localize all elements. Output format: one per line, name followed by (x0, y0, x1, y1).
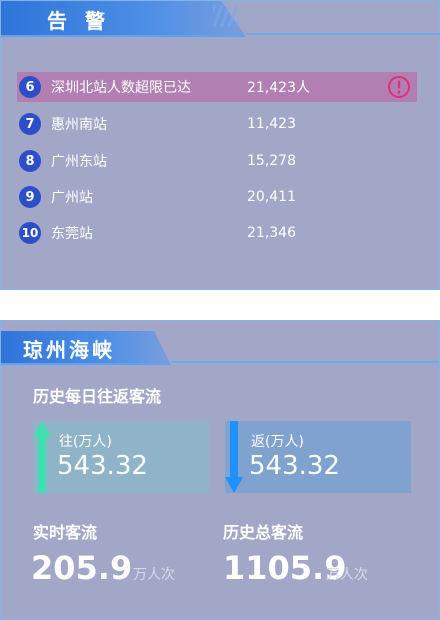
return-value: 543.32 (249, 451, 340, 481)
alarm-row[interactable]: 9 广州站 20,411 (17, 182, 417, 212)
outbound-flow-card: 往(万人) 543.32 (33, 421, 209, 493)
title-stripes-decoration (213, 5, 239, 27)
daily-flow-label: 历史每日往返客流 (33, 387, 162, 406)
alarm-row[interactable]: 10 东莞站 21,346 (17, 218, 417, 248)
realtime-flow-value: 205.9 (31, 549, 133, 587)
strait-panel: 琼州海峡 历史每日往返客流 往(万人) 543.32 返(万人) 543.32 … (0, 320, 440, 620)
rank-badge: 6 (19, 76, 41, 98)
title-divider (171, 361, 439, 363)
realtime-flow-label: 实时客流 (33, 523, 98, 542)
rank-badge: 9 (19, 186, 41, 208)
total-flow-label: 历史总客流 (223, 523, 304, 542)
outbound-label: 往(万人) (59, 434, 112, 450)
passenger-count: 20,411 (247, 189, 296, 205)
outbound-value: 543.32 (57, 451, 148, 481)
up-arrow-icon (33, 421, 51, 497)
return-flow-card: 返(万人) 543.32 (225, 421, 411, 493)
strait-title: 琼州海峡 (23, 338, 115, 362)
station-name: 深圳北站人数超限已达 (51, 80, 191, 96)
station-name: 广州东站 (51, 154, 107, 170)
realtime-flow-unit: 万人次 (133, 567, 175, 583)
rank-badge: 10 (19, 222, 41, 244)
alarm-row[interactable]: 6 深圳北站人数超限已达 21,423人 (17, 72, 417, 102)
station-name: 广州站 (51, 190, 93, 206)
passenger-count: 11,423 (247, 116, 296, 132)
rank-badge: 7 (19, 113, 41, 135)
alarm-row[interactable]: 7 惠州南站 11,423 (17, 109, 417, 139)
rank-badge: 8 (19, 150, 41, 172)
total-flow-unit: 万人次 (326, 567, 368, 583)
warning-icon (387, 75, 411, 103)
title-divider (246, 33, 440, 35)
passenger-count: 15,278 (247, 153, 296, 169)
strait-title-tab: 琼州海峡 (1, 331, 171, 365)
passenger-count: 21,346 (247, 225, 296, 241)
alarm-title: 告警 (47, 9, 123, 33)
passenger-count: 21,423人 (247, 80, 310, 96)
down-arrow-icon (225, 421, 243, 497)
alarm-panel: 告警 6 深圳北站人数超限已达 21,423人 7 惠州南站 11,423 8 … (0, 0, 440, 290)
station-name: 东莞站 (51, 226, 93, 242)
alarm-title-tab: 告警 (1, 1, 246, 37)
alarm-row[interactable]: 8 广州东站 15,278 (17, 146, 417, 176)
return-label: 返(万人) (251, 434, 304, 450)
station-name: 惠州南站 (51, 117, 107, 133)
